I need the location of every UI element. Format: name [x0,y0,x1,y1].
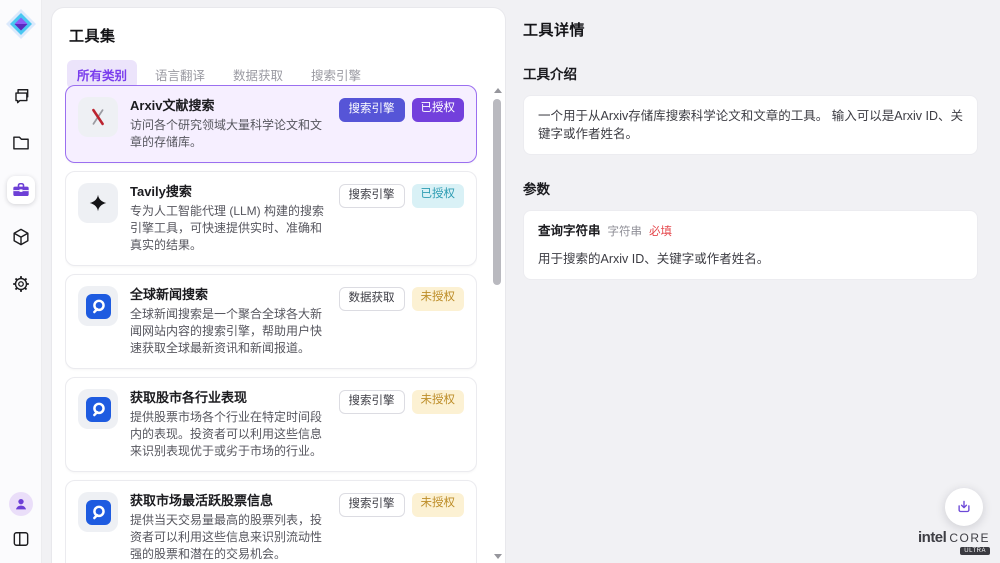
tools-panel: 工具集 所有类别语言翻译数据获取搜索引擎 Arxiv文献搜索访问各个研究领域大量… [52,8,505,563]
tool-auth-badge: 已授权 [412,184,465,208]
folder-icon[interactable] [7,129,35,157]
tool-text: 获取市场最活跃股票信息提供当天交易量最高的股票列表，投资者可以利用这些信息来识别… [130,492,331,563]
tool-category-tag: 搜索引擎 [339,184,405,208]
collapse-panel-icon[interactable] [7,525,35,553]
download-button[interactable] [945,488,983,526]
search-q-icon [78,389,118,429]
tool-list: Arxiv文献搜索访问各个研究领域大量科学论文和文章的存储库。搜索引擎已授权Ta… [65,85,477,563]
sidebar [0,0,42,563]
tool-tags: 搜索引擎已授权 [339,184,465,208]
search-q-icon [78,492,118,532]
app-logo-icon [5,8,37,40]
params-heading: 参数 [523,178,1000,198]
intel-core-ultra-logo: intel CORE ULTRA [918,529,990,555]
tool-description: 专为人工智能代理 (LLM) 构建的搜索引擎工具，可快速提供实时、准确和真实的结… [130,203,331,254]
user-avatar[interactable] [9,492,33,516]
search-q-icon [78,286,118,326]
tool-category-tag: 数据获取 [339,287,405,311]
scrollbar-thumb[interactable] [493,99,501,285]
tool-text: 获取股市各行业表现提供股票市场各个行业在特定时间段内的表现。投资者可以利用这些信… [130,389,331,460]
tool-card[interactable]: 获取市场最活跃股票信息提供当天交易量最高的股票列表，投资者可以利用这些信息来识别… [65,480,477,563]
intro-card: 一个用于从Arxiv存储库搜索科学论文和文章的工具。 输入可以是Arxiv ID… [523,95,978,155]
toolbox-icon[interactable] [7,176,35,204]
tool-name: 全球新闻搜索 [130,286,331,304]
arxiv-logo-icon [78,97,118,137]
tool-text: Tavily搜索专为人工智能代理 (LLM) 构建的搜索引擎工具，可快速提供实时… [130,183,331,254]
tool-description: 全球新闻搜索是一个聚合全球各大新闻网站内容的搜索引擎，帮助用户快速获取全球最新资… [130,306,331,357]
cube-icon[interactable] [7,223,35,251]
ultra-badge: ULTRA [960,547,990,555]
tool-auth-badge: 未授权 [412,390,465,414]
tool-tags: 数据获取未授权 [339,287,465,311]
param-type: 字符串 [608,223,643,241]
tool-auth-badge: 已授权 [412,98,465,122]
tool-name: 获取股市各行业表现 [130,389,331,407]
tool-detail-panel: 工具详情 工具介绍 一个用于从Arxiv存储库搜索科学论文和文章的工具。 输入可… [505,0,1000,563]
tool-card[interactable]: 全球新闻搜索全球新闻搜索是一个聚合全球各大新闻网站内容的搜索引擎，帮助用户快速获… [65,274,477,369]
param-card: 查询字符串 字符串 必填 用于搜索的Arxiv ID、关键字或作者姓名。 [523,210,978,280]
tool-auth-badge: 未授权 [412,287,465,311]
tool-name: Arxiv文献搜索 [130,97,331,115]
tool-category-tag: 搜索引擎 [339,493,405,517]
param-required-badge: 必填 [649,223,672,241]
scrollbar[interactable] [493,88,502,559]
tool-tags: 搜索引擎未授权 [339,390,465,414]
tool-description: 访问各个研究领域大量科学论文和文章的存储库。 [130,117,331,151]
param-description: 用于搜索的Arxiv ID、关键字或作者姓名。 [538,250,963,268]
tool-category-tag: 搜索引擎 [339,390,405,414]
tool-card[interactable]: Tavily搜索专为人工智能代理 (LLM) 构建的搜索引擎工具，可快速提供实时… [65,171,477,266]
gear-icon[interactable] [7,270,35,298]
tool-tags: 搜索引擎已授权 [339,98,465,122]
tool-category-tag: 搜索引擎 [339,98,405,122]
core-wordmark: CORE [949,531,990,545]
scroll-up-icon[interactable] [494,88,502,93]
tool-tags: 搜索引擎未授权 [339,493,465,517]
page-title: 工具集 [69,25,505,46]
tool-text: Arxiv文献搜索访问各个研究领域大量科学论文和文章的存储库。 [130,97,331,151]
param-header: 查询字符串 字符串 必填 [538,222,963,241]
tool-card[interactable]: 获取股市各行业表现提供股票市场各个行业在特定时间段内的表现。投资者可以利用这些信… [65,377,477,472]
intel-wordmark: intel [918,529,946,546]
tool-card[interactable]: Arxiv文献搜索访问各个研究领域大量科学论文和文章的存储库。搜索引擎已授权 [65,85,477,163]
detail-title: 工具详情 [523,19,1000,40]
tool-description: 提供股票市场各个行业在特定时间段内的表现。投资者可以利用这些信息来识别表现优于或… [130,409,331,460]
sparkle-star-icon [78,183,118,223]
param-name: 查询字符串 [538,222,601,240]
sidebar-bottom [7,492,35,553]
scroll-down-icon[interactable] [494,554,502,559]
tool-name: Tavily搜索 [130,183,331,201]
tool-description: 提供当天交易量最高的股票列表，投资者可以利用这些信息来识别流动性强的股票和潜在的… [130,512,331,563]
tool-text: 全球新闻搜索全球新闻搜索是一个聚合全球各大新闻网站内容的搜索引擎，帮助用户快速获… [130,286,331,357]
tool-auth-badge: 未授权 [412,493,465,517]
chat-icon[interactable] [7,82,35,110]
intro-heading: 工具介绍 [523,63,1000,83]
sidebar-nav [7,82,35,298]
tool-name: 获取市场最活跃股票信息 [130,492,331,510]
